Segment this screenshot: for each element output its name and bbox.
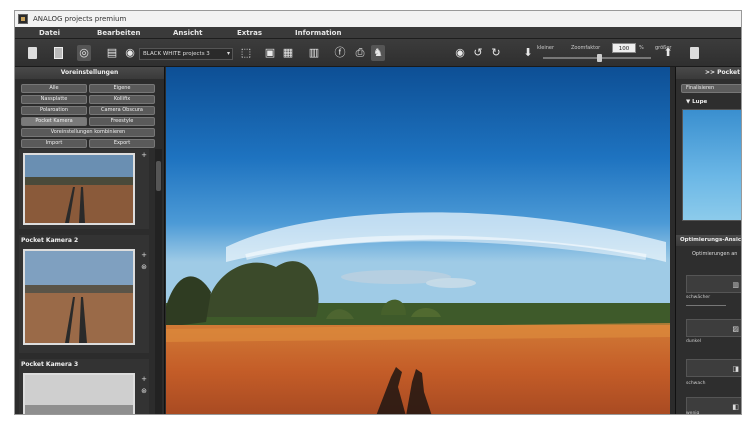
window-title: ANALOG projects premium: [33, 15, 127, 23]
loupe-label: ▼ Lupe: [686, 99, 708, 105]
presets-panel-title: Voreinstellungen: [15, 67, 164, 79]
optimization-tile-2[interactable]: ▨: [686, 319, 741, 337]
preset-thumbnail-image-3: [25, 375, 133, 414]
portrait-icon[interactable]: ♞: [371, 45, 385, 61]
zoom-slider[interactable]: [543, 54, 651, 62]
optimization-tile-label-4: wenig: [686, 411, 700, 415]
preset-thumbnail-1: [23, 153, 135, 225]
print-icon[interactable]: ▦: [281, 45, 295, 61]
category-polaroation-button[interactable]: Polaroation: [21, 106, 87, 115]
preset-thumbnail-2: [23, 249, 135, 345]
application-window: ANALOG projects premium Datei Bearbeiten…: [14, 10, 742, 415]
preset-card-1[interactable]: +: [19, 149, 149, 229]
preset-thumbnail-3: [23, 373, 135, 414]
main-photo-canvas[interactable]: [166, 67, 670, 414]
document-icon[interactable]: [687, 45, 701, 61]
presets-panel: Voreinstellungen Alle Eigene Nassplatte …: [15, 67, 165, 414]
import-button[interactable]: Import: [21, 139, 87, 148]
app-logo-icon: [18, 14, 28, 24]
rotate-right-icon[interactable]: ↻: [489, 45, 503, 61]
combine-presets-button[interactable]: Voreinstellungen kombinieren: [21, 128, 155, 137]
category-freestyle-button[interactable]: Freestyle: [89, 117, 155, 126]
add-favorite-icon[interactable]: +: [141, 151, 147, 159]
preset-select[interactable]: BLACK WHITE projects 3 ▾: [139, 48, 233, 60]
preset-select-value: BLACK WHITE projects 3: [143, 51, 210, 57]
optimization-tile-label-1: schwächer: [686, 295, 711, 300]
zoom-out-icon[interactable]: ⬇: [521, 45, 535, 61]
adjust-icon: ▨: [732, 325, 739, 333]
export-icon[interactable]: ⎙: [353, 45, 367, 61]
view-eye-icon[interactable]: ◉: [453, 45, 467, 61]
menu-edit[interactable]: Bearbeiten: [97, 27, 141, 39]
optimization-tile-1[interactable]: ▥: [686, 275, 741, 293]
optimization-tile-3[interactable]: ◨: [686, 359, 741, 377]
preset-card-3[interactable]: Pocket Kamera 3 + ⊛: [19, 359, 149, 414]
loupe-preview[interactable]: [682, 109, 741, 221]
menu-file[interactable]: Datei: [39, 27, 60, 39]
preset-title-2: Pocket Kamera 2: [21, 237, 79, 244]
category-camera-obscura-button[interactable]: Camera Obscura: [89, 106, 155, 115]
title-bar: ANALOG projects premium: [15, 11, 741, 27]
menu-extras[interactable]: Extras: [237, 27, 262, 39]
category-kollifix-button[interactable]: Kollifix: [89, 95, 155, 104]
optimization-view-subtitle: Optimierungen an: [692, 251, 738, 257]
adjust-icon: ▥: [732, 281, 739, 289]
preset-thumbnail-list: + Pocket Kamera 2 + ⊛ Pocket Kamera 3 + …: [15, 149, 165, 414]
landscape-photo: [166, 67, 670, 414]
rotate-left-icon[interactable]: ↺: [471, 45, 485, 61]
optimization-slider-1[interactable]: [686, 305, 726, 306]
info-icon[interactable]: ⊛: [141, 387, 147, 395]
optimization-view-title: Optimierungs-Ansicht: [676, 235, 741, 246]
zoom-smaller-label: kleiner: [537, 45, 555, 51]
facebook-icon[interactable]: ⓕ: [333, 45, 347, 61]
menu-bar: Datei Bearbeiten Ansicht Extras Informat…: [15, 27, 741, 39]
optimization-tile-label-3: schwach: [686, 381, 706, 386]
preset-title-3: Pocket Kamera 3: [21, 361, 79, 368]
zoom-factor-label: Zoomfaktor: [571, 45, 601, 51]
save-icon[interactable]: ▤: [105, 45, 119, 61]
info-icon[interactable]: ⊛: [141, 263, 147, 271]
add-favorite-icon[interactable]: +: [141, 375, 147, 383]
new-document-icon[interactable]: [25, 45, 39, 61]
toolbar: ◎ ▤ ◉ BLACK WHITE projects 3 ▾ ⬚ ▣ ▦ ▥ ⓕ…: [15, 39, 741, 67]
zoom-in-icon[interactable]: ⬆: [661, 45, 675, 61]
category-own-button[interactable]: Eigene: [89, 84, 155, 93]
optimization-tile-label-2: dunkel: [686, 339, 702, 344]
menu-information[interactable]: Information: [295, 27, 341, 39]
crop-icon[interactable]: ⬚: [239, 45, 253, 61]
copy-document-icon[interactable]: [51, 45, 65, 61]
adjust-icon: ◧: [732, 403, 739, 411]
zoom-value-input[interactable]: 100: [612, 43, 636, 53]
zoom-unit-label: %: [639, 45, 644, 51]
scrollbar-thumb[interactable]: [156, 161, 161, 191]
chevron-down-icon: ▾: [226, 50, 230, 57]
details-panel: >> Pocket Finalisieren ▼ Lupe Optimierun…: [675, 67, 741, 415]
adjust-icon: ◨: [732, 365, 739, 373]
filmstrip-icon[interactable]: ▥: [307, 45, 321, 61]
preset-thumbnail-image-1: [25, 155, 133, 223]
camera-settings-icon[interactable]: ◎: [77, 45, 91, 61]
category-wetplate-button[interactable]: Nassplatte: [21, 95, 87, 104]
details-panel-title: >> Pocket: [676, 67, 741, 79]
category-pocket-camera-button[interactable]: Pocket Kamera: [21, 117, 87, 126]
preset-thumbnail-image-2: [25, 251, 133, 343]
finalize-button[interactable]: Finalisieren: [681, 84, 741, 93]
add-favorite-icon[interactable]: +: [141, 251, 147, 259]
batch-icon[interactable]: ▣: [263, 45, 277, 61]
menu-view[interactable]: Ansicht: [173, 27, 202, 39]
preset-source-icon[interactable]: ◉: [123, 45, 137, 61]
preset-card-2[interactable]: Pocket Kamera 2 + ⊛: [19, 235, 149, 353]
export-button[interactable]: Export: [89, 139, 155, 148]
category-all-button[interactable]: Alle: [21, 84, 87, 93]
screenshot-frame: ANALOG projects premium Datei Bearbeiten…: [0, 0, 750, 421]
zoom-slider-knob[interactable]: [597, 54, 602, 62]
preset-list-scrollbar[interactable]: [155, 149, 162, 414]
